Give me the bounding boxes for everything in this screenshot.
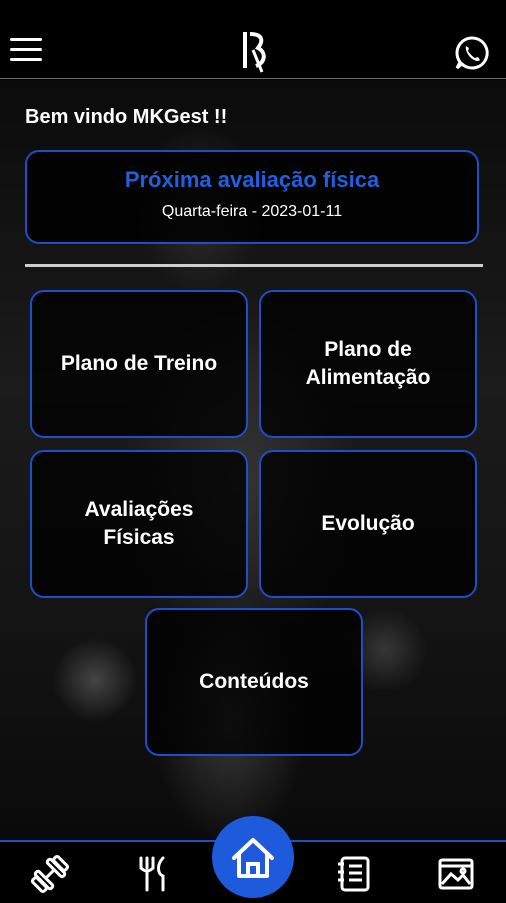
tile-label: Plano de Treino <box>60 352 218 375</box>
notebook-icon[interactable] <box>334 854 374 894</box>
tile-label: Evolução <box>321 512 415 535</box>
tile-evolucao[interactable]: Evolução <box>259 450 477 598</box>
next-assessment-title: Próxima avaliação física <box>124 167 380 192</box>
tile-label: Plano de Alimentação <box>305 338 431 389</box>
app-header <box>0 0 506 79</box>
whatsapp-icon[interactable] <box>454 35 490 71</box>
tile-label: Conteúdos <box>199 670 309 693</box>
fork-knife-icon[interactable] <box>133 854 173 894</box>
tile-plano-de-treino[interactable]: Plano de Treino <box>30 290 248 438</box>
brand-logo <box>243 32 266 73</box>
tile-plano-de-alimentacao[interactable]: Plano de Alimentação <box>259 290 477 438</box>
tile-conteudos[interactable]: Conteúdos <box>145 608 363 756</box>
tile-label: Avaliações Físicas <box>84 498 194 549</box>
home-button[interactable] <box>212 816 294 898</box>
hamburger-menu-icon[interactable] <box>10 38 42 64</box>
divider <box>25 264 483 267</box>
next-assessment-date: Quarta-feira - 2023-01-11 <box>161 203 343 220</box>
welcome-text: Bem vindo MKGest !! <box>25 106 228 128</box>
gallery-icon[interactable] <box>436 854 476 894</box>
home-icon <box>232 838 274 878</box>
dumbbell-icon[interactable] <box>30 854 70 894</box>
next-assessment-card[interactable]: Próxima avaliação física Quarta-feira - … <box>25 150 479 244</box>
tile-avaliacoes-fisicas[interactable]: Avaliações Físicas <box>30 450 248 598</box>
